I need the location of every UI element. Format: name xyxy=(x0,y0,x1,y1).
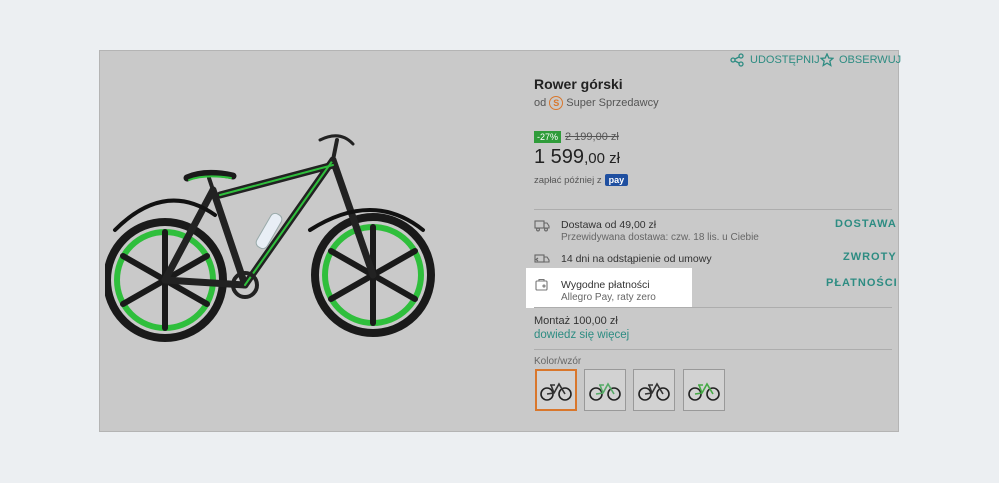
bike-thumbnail-icon xyxy=(638,382,670,401)
divider xyxy=(534,209,892,210)
variant-thumbnail[interactable] xyxy=(633,369,675,411)
product-title: Rower górski xyxy=(534,76,623,92)
payments-sub: Allegro Pay, raty zero xyxy=(561,292,656,303)
price-main: 1 599 xyxy=(534,146,585,168)
return-icon xyxy=(534,254,550,263)
returns-link[interactable]: ZWROTY xyxy=(843,251,897,263)
divider xyxy=(534,349,892,350)
payments-title: Wygodne płatności xyxy=(561,279,650,291)
bike-thumbnail-icon xyxy=(589,382,621,401)
seller-badge-label[interactable]: Super Sprzedawcy xyxy=(566,97,658,109)
learn-more-link[interactable]: dowiedz się więcej xyxy=(534,329,629,341)
variant-thumbnail[interactable] xyxy=(683,369,725,411)
bike-thumbnail-icon xyxy=(540,382,572,401)
variant-thumbnail[interactable] xyxy=(535,369,577,411)
discount-badge: -27% xyxy=(534,131,562,143)
delivery-link[interactable]: DOSTAWA xyxy=(835,218,897,230)
share-icon xyxy=(730,53,744,67)
delivery-title: Dostawa od 49,00 zł xyxy=(561,219,657,231)
variant-thumbnail[interactable] xyxy=(584,369,626,411)
allegro-pay-badge: pay xyxy=(604,174,629,186)
share-button[interactable]: UDOSTĘPNIJ xyxy=(730,53,820,67)
bike-thumbnail-icon xyxy=(688,382,720,401)
payments-link[interactable]: PŁATNOŚCI xyxy=(826,277,898,289)
wallet-icon xyxy=(535,278,548,291)
super-seller-icon: S xyxy=(549,96,564,110)
delivery-estimate: Przewidywana dostawa: czw. 18 lis. u Cie… xyxy=(561,232,759,243)
old-price: 2 199,00 zł xyxy=(565,131,619,143)
returns-title: 14 dni na odstąpienie od umowy xyxy=(561,253,712,265)
assembly-price: Montaż 100,00 zł xyxy=(534,315,618,327)
follow-label: OBSERWUJ xyxy=(839,54,902,66)
share-label: UDOSTĘPNIJ xyxy=(750,54,820,66)
divider xyxy=(534,307,892,308)
follow-button[interactable]: OBSERWUJ xyxy=(820,53,901,67)
variant-label: Kolor/wzór xyxy=(534,356,582,367)
seller-line: od S Super Sprzedawcy xyxy=(534,96,659,110)
truck-icon xyxy=(534,220,550,232)
price: 1 599,00 zł xyxy=(534,146,620,169)
star-icon xyxy=(820,53,834,67)
price-cents: ,00 zł xyxy=(584,150,620,167)
product-image[interactable] xyxy=(105,120,440,345)
pay-later: zapłać później z pay xyxy=(534,174,629,186)
seller-prefix: od xyxy=(534,97,547,109)
pay-later-text: zapłać później z xyxy=(534,174,602,186)
